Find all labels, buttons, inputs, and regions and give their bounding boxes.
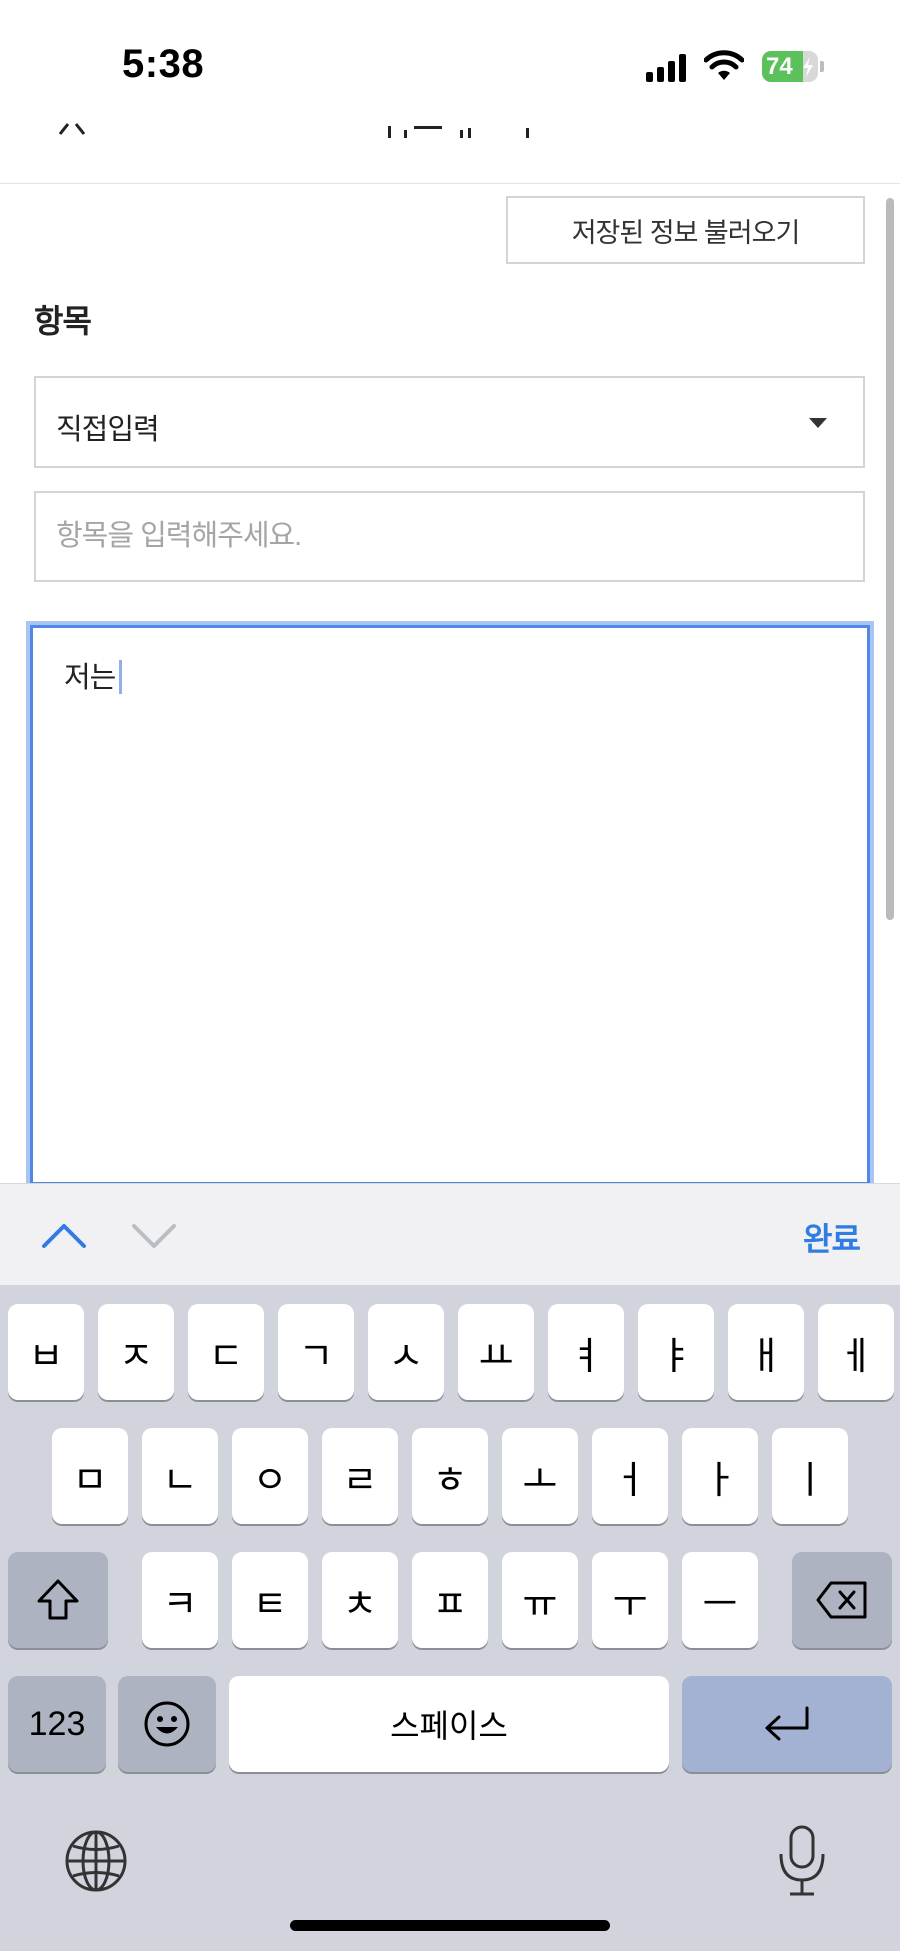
- home-indicator[interactable]: [290, 1920, 610, 1931]
- key-ㅛ[interactable]: ㅛ: [458, 1304, 534, 1400]
- emoji-icon: [144, 1701, 190, 1747]
- key-ㄴ[interactable]: ㄴ: [142, 1428, 218, 1524]
- key-ㄹ[interactable]: ㄹ: [322, 1428, 398, 1524]
- cellular-signal-icon: [646, 54, 686, 82]
- key-ㅜ[interactable]: ㅜ: [592, 1552, 668, 1648]
- done-button[interactable]: 완료: [803, 1214, 861, 1260]
- textarea-text: 저는: [64, 662, 116, 694]
- key-ㅡ[interactable]: ㅡ: [682, 1552, 758, 1648]
- chevron-up-icon[interactable]: [40, 1220, 88, 1250]
- caret-down-icon: [809, 418, 827, 428]
- battery-percent: 74: [766, 53, 793, 80]
- chevron-down-icon[interactable]: [130, 1220, 178, 1250]
- load-saved-info-button[interactable]: 저장된 정보 불러오기: [506, 196, 865, 264]
- status-time: 5:38: [122, 42, 205, 86]
- key-ㅣ[interactable]: ㅣ: [772, 1428, 848, 1524]
- item-type-select[interactable]: 직접입력: [34, 376, 865, 468]
- keyboard-accessory-bar: 완료: [0, 1183, 900, 1285]
- item-type-select-value: 직접입력: [56, 414, 160, 446]
- key-ㄷ[interactable]: ㄷ: [188, 1304, 264, 1400]
- key-ㅋ[interactable]: ㅋ: [142, 1552, 218, 1648]
- page-header: [0, 120, 900, 184]
- key-ㅇ[interactable]: ㅇ: [232, 1428, 308, 1524]
- wifi-icon: [704, 50, 744, 80]
- key-ㅈ[interactable]: ㅈ: [98, 1304, 174, 1400]
- key-ㅎ[interactable]: ㅎ: [412, 1428, 488, 1524]
- key-ㅂ[interactable]: ㅂ: [8, 1304, 84, 1400]
- delete-key[interactable]: [792, 1552, 892, 1648]
- emoji-key[interactable]: [118, 1676, 216, 1772]
- key-ㅁ[interactable]: ㅁ: [52, 1428, 128, 1524]
- key-ㅓ[interactable]: ㅓ: [592, 1428, 668, 1524]
- key-ㅅ[interactable]: ㅅ: [368, 1304, 444, 1400]
- return-key[interactable]: [682, 1676, 892, 1772]
- content-textarea[interactable]: 저는: [30, 625, 870, 1185]
- item-section-label: 항목: [34, 303, 92, 339]
- page-title-fragment: [388, 126, 529, 138]
- mic-icon[interactable]: [776, 1824, 828, 1898]
- battery-icon: 74: [762, 51, 824, 82]
- key-ㅔ[interactable]: ㅔ: [818, 1304, 894, 1400]
- item-input[interactable]: [34, 491, 865, 582]
- key-ㅊ[interactable]: ㅊ: [322, 1552, 398, 1648]
- return-icon: [765, 1706, 809, 1741]
- key-ㄱ[interactable]: ㄱ: [278, 1304, 354, 1400]
- key-ㅑ[interactable]: ㅑ: [638, 1304, 714, 1400]
- key-ㅍ[interactable]: ㅍ: [412, 1552, 488, 1648]
- key-ㅐ[interactable]: ㅐ: [728, 1304, 804, 1400]
- globe-icon[interactable]: [64, 1829, 128, 1893]
- key-ㅗ[interactable]: ㅗ: [502, 1428, 578, 1524]
- charging-bolt-icon: [803, 57, 813, 77]
- status-bar: 5:38 74: [0, 0, 900, 120]
- backspace-icon: [816, 1581, 867, 1619]
- space-key[interactable]: 스페이스: [229, 1676, 669, 1772]
- numbers-key[interactable]: 123: [8, 1676, 106, 1772]
- shift-key[interactable]: [8, 1552, 108, 1648]
- scrollbar[interactable]: [886, 198, 894, 920]
- key-ㅏ[interactable]: ㅏ: [682, 1428, 758, 1524]
- key-ㅠ[interactable]: ㅠ: [502, 1552, 578, 1648]
- shift-icon: [37, 1579, 79, 1620]
- key-ㅌ[interactable]: ㅌ: [232, 1552, 308, 1648]
- text-caret: [119, 660, 123, 694]
- back-chevron-icon[interactable]: [56, 122, 96, 136]
- key-ㅕ[interactable]: ㅕ: [548, 1304, 624, 1400]
